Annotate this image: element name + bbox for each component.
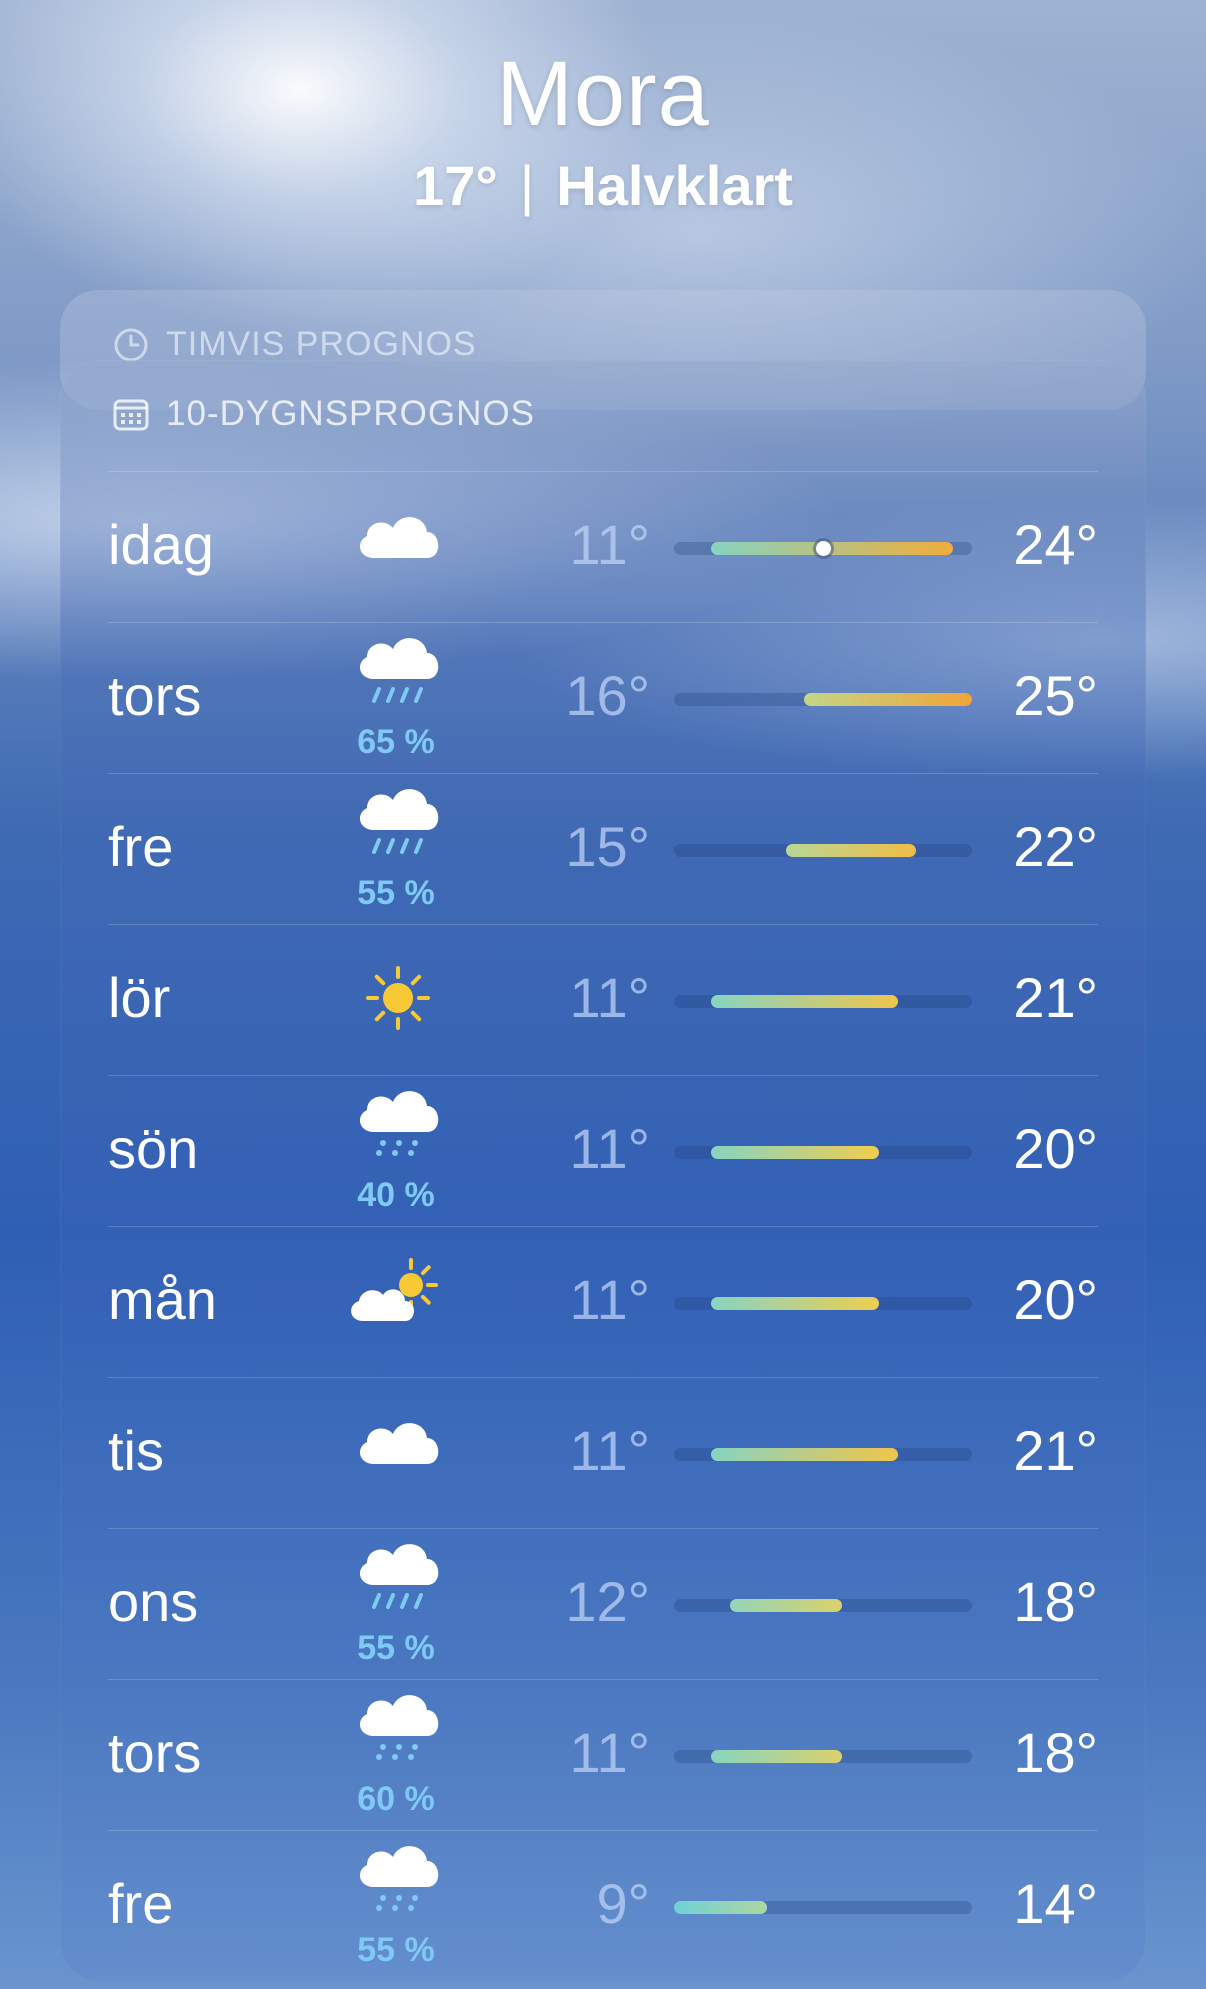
temperature-range-fill	[711, 995, 898, 1008]
high-temp: 18°	[1013, 1721, 1098, 1784]
day-label: sön	[108, 1117, 199, 1180]
day-label: idag	[108, 513, 214, 576]
temperature-range-bar	[674, 995, 972, 1008]
temperature-range-bar	[674, 1901, 972, 1914]
cloud-icon	[343, 1396, 453, 1506]
sun-cloud-icon	[343, 1245, 453, 1355]
current-conditions: 17° | Halvklart	[0, 153, 1206, 218]
forecast-list: idag 11° 24° tors 65 % 16° 25° fre 55 % 15° 22° lör…	[108, 471, 1098, 1981]
cloud-icon	[343, 490, 453, 600]
high-temp: 18°	[1013, 1570, 1098, 1633]
temperature-range-fill	[785, 844, 917, 857]
current-temp: 17°	[413, 154, 498, 217]
high-temp: 21°	[1013, 966, 1098, 1029]
high-temp: 20°	[1013, 1117, 1098, 1180]
low-temp: 12°	[565, 1570, 650, 1633]
high-temp: 21°	[1013, 1419, 1098, 1482]
high-temp: 24°	[1013, 513, 1098, 576]
day-label: tis	[108, 1419, 164, 1482]
precipitation-chance: 60 %	[357, 1780, 435, 1818]
precipitation-chance: 55 %	[357, 1629, 435, 1667]
temperature-range-bar	[674, 1750, 972, 1763]
low-temp: 15°	[565, 815, 650, 878]
temperature-range-fill	[711, 1750, 842, 1763]
temperature-range-bar	[674, 1448, 972, 1461]
hourly-forecast-label: TIMVIS PROGNOS	[166, 325, 477, 363]
precipitation-chance: 40 %	[357, 1176, 435, 1214]
temperature-range-bar	[674, 693, 972, 706]
low-temp: 9°	[596, 1872, 650, 1935]
temperature-range-bar	[674, 1146, 972, 1159]
temperature-range-fill	[711, 542, 954, 555]
temperature-range-bar	[674, 844, 972, 857]
clock-icon	[114, 328, 148, 361]
forecast-row[interactable]: sön 40 % 11° 20°	[108, 1075, 1098, 1226]
current-temp-marker	[816, 541, 831, 556]
forecast-row[interactable]: fre 55 % 9° 14°	[108, 1830, 1098, 1981]
separator: |	[519, 154, 535, 217]
low-temp: 11°	[569, 1419, 650, 1482]
day-label: tors	[108, 1721, 202, 1784]
calendar-icon	[113, 399, 149, 431]
low-temp: 11°	[569, 1721, 650, 1784]
forecast-row[interactable]: tors 65 % 16° 25°	[108, 622, 1098, 773]
precipitation-chance: 55 %	[357, 1931, 435, 1969]
day-label: fre	[108, 1872, 174, 1935]
low-temp: 11°	[569, 513, 650, 576]
forecast-row[interactable]: fre 55 % 15° 22°	[108, 773, 1098, 924]
condition-text: Halvklart	[556, 154, 793, 217]
ten-day-forecast-header: 10-DYGNSPROGNOS	[112, 394, 535, 434]
temperature-range-bar	[674, 1599, 972, 1612]
city-name: Mora	[496, 43, 710, 145]
day-label: mån	[108, 1268, 217, 1331]
high-temp: 14°	[1013, 1872, 1098, 1935]
temperature-range-fill	[711, 1297, 879, 1310]
high-temp: 22°	[1013, 815, 1098, 878]
low-temp: 16°	[565, 664, 650, 727]
day-label: fre	[108, 815, 174, 878]
temperature-range-fill	[711, 1146, 879, 1159]
high-temp: 20°	[1013, 1268, 1098, 1331]
temperature-range-bar	[674, 1297, 972, 1310]
hourly-forecast-header: TIMVIS PROGNOS	[112, 325, 477, 364]
temperature-range-fill	[674, 1901, 768, 1914]
forecast-row[interactable]: tis 11° 21°	[108, 1377, 1098, 1528]
day-label: ons	[108, 1570, 199, 1633]
low-temp: 11°	[569, 966, 650, 1029]
temperature-range-bar	[674, 541, 972, 556]
precipitation-chance: 55 %	[357, 874, 435, 912]
low-temp: 11°	[569, 1268, 650, 1331]
header: Mora 17° | Halvklart	[0, 0, 1206, 218]
low-temp: 11°	[569, 1117, 650, 1180]
temperature-range-fill	[729, 1599, 842, 1612]
day-label: tors	[108, 664, 202, 727]
day-label: lör	[108, 966, 171, 1029]
forecast-row[interactable]: tors 60 % 11° 18°	[108, 1679, 1098, 1830]
forecast-row[interactable]: idag 11° 24°	[108, 471, 1098, 622]
high-temp: 25°	[1013, 664, 1098, 727]
temperature-range-fill	[711, 1448, 898, 1461]
temperature-range-fill	[804, 693, 972, 706]
ten-day-forecast-label: 10-DYGNSPROGNOS	[166, 394, 535, 433]
forecast-row[interactable]: lör 11° 21°	[108, 924, 1098, 1075]
forecast-row[interactable]: ons 55 % 12° 18°	[108, 1528, 1098, 1679]
forecast-row[interactable]: mån 11° 20°	[108, 1226, 1098, 1377]
sun-icon	[343, 943, 453, 1053]
precipitation-chance: 65 %	[357, 723, 435, 761]
